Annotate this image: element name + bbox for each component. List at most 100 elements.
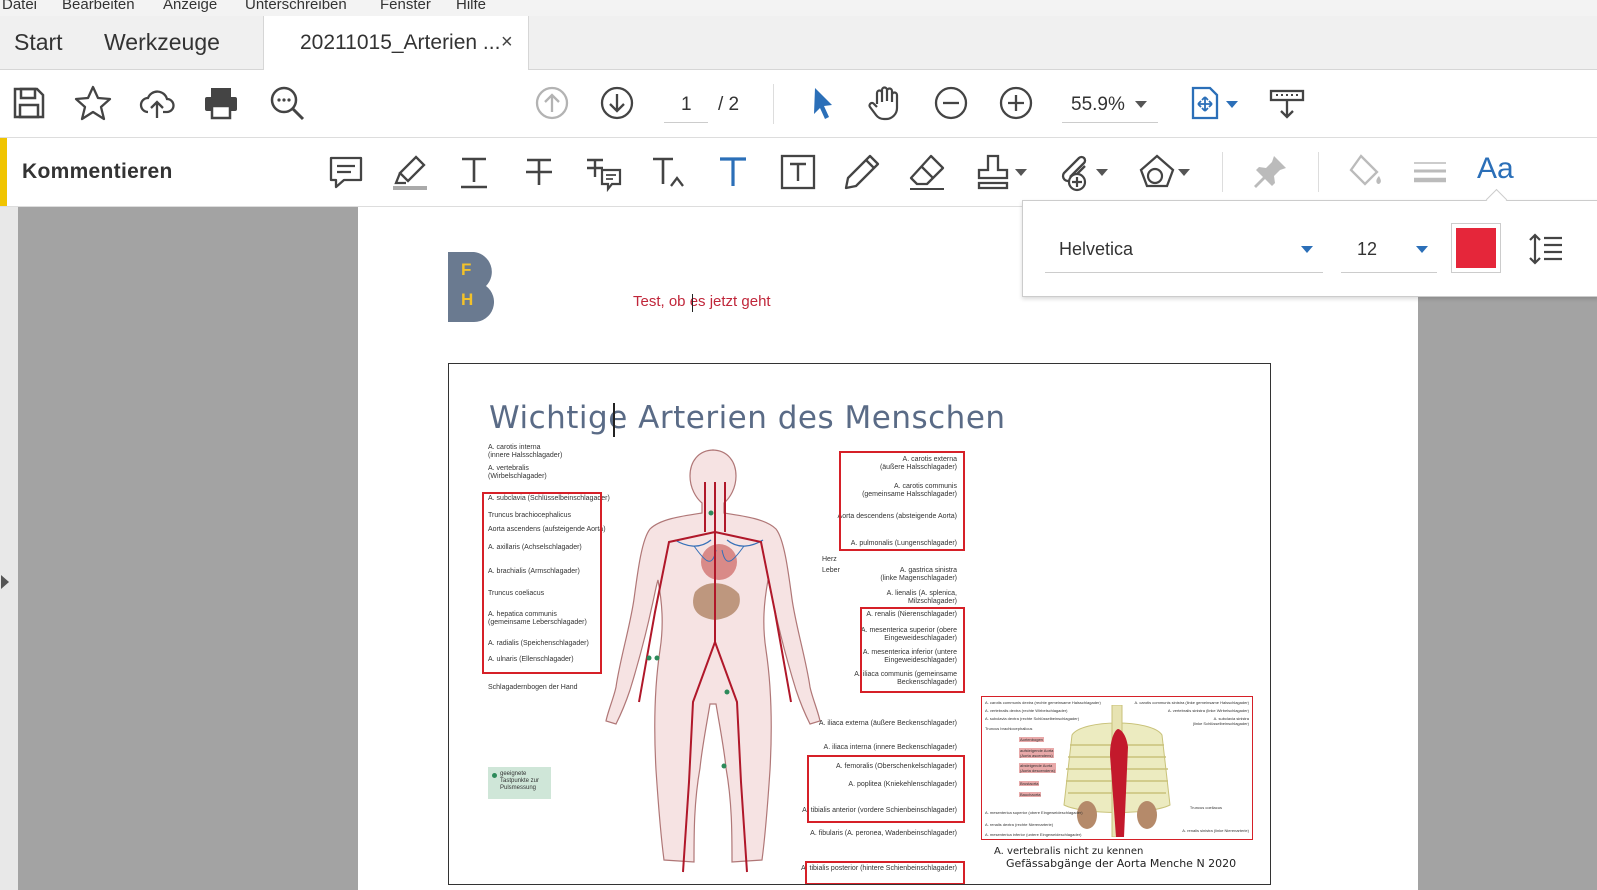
- inset-left-label: A. vertebralis dextra (rechte Wirbelschl…: [985, 708, 1068, 713]
- replace-text-icon[interactable]: [584, 152, 624, 193]
- chevron-down-icon: [1135, 101, 1147, 108]
- fit-page-icon[interactable]: [1186, 84, 1224, 122]
- strikethrough-icon[interactable]: [519, 152, 559, 192]
- inset-left-label: A. subclavia dextra (rechte Schlüsselbei…: [985, 716, 1080, 721]
- fit-dropdown-icon[interactable]: [1226, 101, 1238, 108]
- highlight-box: [860, 607, 965, 693]
- insert-text-icon[interactable]: [649, 152, 689, 192]
- fill-color-icon[interactable]: [1345, 152, 1385, 192]
- highlight-box: [839, 451, 965, 551]
- hand-icon[interactable]: [867, 84, 905, 122]
- highlight-icon[interactable]: [390, 152, 430, 192]
- tab-start[interactable]: Start: [14, 16, 63, 69]
- inset-left-label: Truncus brachiocephalicus: [985, 726, 1033, 731]
- label-carotis-interna: A. carotis interna (innere Halsschlagader…: [488, 444, 563, 459]
- page-down-icon[interactable]: [598, 84, 636, 122]
- shapes-icon[interactable]: [1137, 152, 1177, 192]
- chevron-down-icon: [1416, 246, 1428, 253]
- stamp-icon[interactable]: [973, 152, 1013, 192]
- menu-bearbeiten[interactable]: Bearbeiten: [62, 0, 135, 13]
- cloud-upload-icon[interactable]: [138, 84, 176, 122]
- text-box-icon[interactable]: [778, 152, 818, 192]
- label-gastrica: A. gastrica sinistra (linke Magenschlagad…: [880, 567, 957, 582]
- line-spacing-icon[interactable]: [1528, 231, 1564, 267]
- inset-right-label: Truncus coeliacus: [1189, 805, 1222, 810]
- select-arrow-icon[interactable]: [804, 84, 842, 122]
- underline-text-icon[interactable]: [454, 152, 494, 192]
- font-aa-icon[interactable]: Aa: [1477, 152, 1514, 186]
- highlight-box: [805, 861, 965, 884]
- legend-text: geeignete Tastpunkte zur Pulsmessung: [500, 771, 540, 791]
- pin-icon[interactable]: [1250, 152, 1290, 192]
- add-text-icon[interactable]: [713, 152, 753, 192]
- menu-bar: Datei Bearbeiten Anzeige Unterschreiben …: [0, 0, 1597, 16]
- tab-bar: Start Werkzeuge 20211015_Arterien ... ×: [0, 16, 1597, 70]
- comment-accent-bar: [0, 138, 7, 206]
- text-color-swatch[interactable]: [1451, 223, 1501, 273]
- label-herz: Herz: [822, 556, 837, 563]
- ribcage-figure: [1063, 705, 1171, 837]
- inset-tag: Aortenbogen: [1019, 737, 1044, 742]
- tab-tools[interactable]: Werkzeuge: [104, 16, 220, 69]
- menu-unterschreiben[interactable]: Unterschreiben: [245, 0, 347, 13]
- text-cursor: [692, 294, 693, 312]
- page-current: 1: [681, 94, 692, 115]
- tab-document-title: 20211015_Arterien ...: [300, 31, 501, 54]
- label-lienalis: A. lienalis (A. splenica, Milzschlagader): [886, 590, 957, 605]
- human-body-figure: [605, 449, 821, 873]
- page-total: / 2: [718, 94, 740, 115]
- font-properties-panel: Helvetica 12: [1022, 188, 1597, 297]
- chevron-down-icon: [1301, 246, 1313, 253]
- line-style-icon[interactable]: [1410, 152, 1450, 192]
- label-iliaca-interna: A. iliaca interna (innere Beckenschlagad…: [823, 744, 957, 751]
- save-icon[interactable]: [10, 84, 48, 122]
- inset-left-label: A. mesenterica superior (obere Eingeweid…: [985, 810, 1083, 815]
- menu-datei[interactable]: Datei: [2, 0, 37, 13]
- menu-hilfe[interactable]: Hilfe: [456, 0, 486, 13]
- inset-tag: Brustaorta: [1019, 781, 1040, 786]
- comment-toolbar: Kommentieren Aa: [0, 138, 1597, 207]
- inset-right-label: A. carotis communis sinistra (linke geme…: [1134, 700, 1250, 705]
- inset-left-label: A. renalis dextra (rechte Nierenarterie): [985, 822, 1054, 827]
- menu-fenster[interactable]: Fenster: [380, 0, 431, 13]
- print-icon[interactable]: [202, 84, 240, 122]
- zoom-value: 55.9%: [1071, 94, 1125, 115]
- logo-letter-h: H: [461, 290, 474, 309]
- font-family-select[interactable]: Helvetica: [1045, 229, 1323, 273]
- comment-divider: [1318, 152, 1319, 192]
- inset-right-label: A. vertebralis sinistra (linke Wirbelsch…: [1167, 708, 1249, 713]
- zoom-out-icon[interactable]: [932, 84, 970, 122]
- label-schlagadernbogen: Schlagadernbogen der Hand: [488, 684, 578, 691]
- stamp-dropdown-icon[interactable]: [1015, 169, 1027, 176]
- page-number-field[interactable]: 1: [664, 86, 708, 123]
- left-panel-strip[interactable]: [0, 207, 18, 890]
- inset-tag: absteigende Aorta (Aorta descendens): [1019, 763, 1056, 773]
- attach-dropdown-icon[interactable]: [1096, 169, 1108, 176]
- label-vertebralis: A. vertebralis (Wirbelschlagader): [488, 465, 547, 480]
- pencil-icon[interactable]: [842, 152, 882, 192]
- color-fill: [1456, 228, 1496, 268]
- comment-title: Kommentieren: [22, 160, 173, 183]
- font-size-select[interactable]: 12: [1341, 229, 1437, 273]
- zoom-search-icon[interactable]: [268, 84, 306, 122]
- tab-document[interactable]: 20211015_Arterien ... ×: [263, 16, 529, 70]
- poster-title: Wichtige Arterien des Menschen: [489, 400, 1006, 436]
- pulse-legend: geeignete Tastpunkte zur Pulsmessung: [488, 767, 551, 799]
- zoom-in-icon[interactable]: [997, 84, 1035, 122]
- shapes-dropdown-icon[interactable]: [1178, 169, 1190, 176]
- sticky-note-icon[interactable]: [326, 152, 366, 192]
- typewriter-annotation[interactable]: Test, ob es jetzt geht: [633, 293, 771, 310]
- highlight-box: [482, 492, 602, 674]
- label-leber: Leber: [822, 567, 840, 574]
- font-size-value: 12: [1357, 239, 1378, 259]
- expand-panel-icon[interactable]: [1, 575, 9, 589]
- attach-icon[interactable]: [1055, 152, 1095, 192]
- fh-logo: F H: [448, 252, 494, 322]
- menu-anzeige[interactable]: Anzeige: [163, 0, 217, 13]
- star-icon[interactable]: [74, 84, 112, 122]
- tab-close-icon[interactable]: ×: [501, 16, 513, 69]
- page-up-icon[interactable]: [533, 84, 571, 122]
- scroll-mode-icon[interactable]: [1268, 84, 1306, 122]
- eraser-icon[interactable]: [907, 152, 947, 192]
- zoom-select[interactable]: 55.9%: [1062, 86, 1158, 123]
